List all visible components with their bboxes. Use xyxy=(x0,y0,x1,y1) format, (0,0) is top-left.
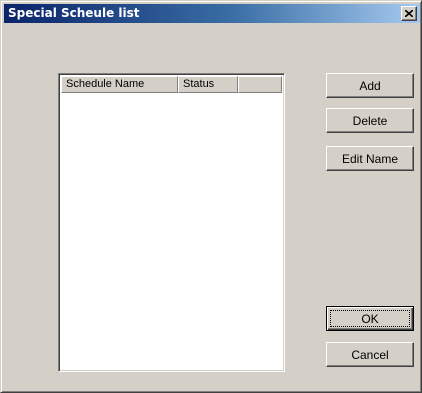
cancel-button[interactable]: Cancel xyxy=(326,342,414,367)
delete-button[interactable]: Delete xyxy=(326,108,414,133)
focus-rect xyxy=(330,310,410,327)
close-icon xyxy=(405,10,413,17)
column-header-empty[interactable] xyxy=(238,76,282,93)
window-title: Special Scheule list xyxy=(8,6,140,20)
title-bar[interactable]: Special Scheule list xyxy=(4,4,420,23)
ok-button[interactable]: OK xyxy=(326,306,414,331)
close-button[interactable] xyxy=(401,6,417,21)
schedule-list[interactable]: Schedule Name Status xyxy=(58,73,285,372)
column-header-schedule-name[interactable]: Schedule Name xyxy=(61,76,178,93)
add-button[interactable]: Add xyxy=(326,73,414,98)
column-header-status[interactable]: Status xyxy=(178,76,238,93)
list-header: Schedule Name Status xyxy=(61,76,282,93)
edit-name-button[interactable]: Edit Name xyxy=(326,146,414,171)
special-schedule-dialog: Special Scheule list Schedule Name Statu… xyxy=(0,0,422,393)
